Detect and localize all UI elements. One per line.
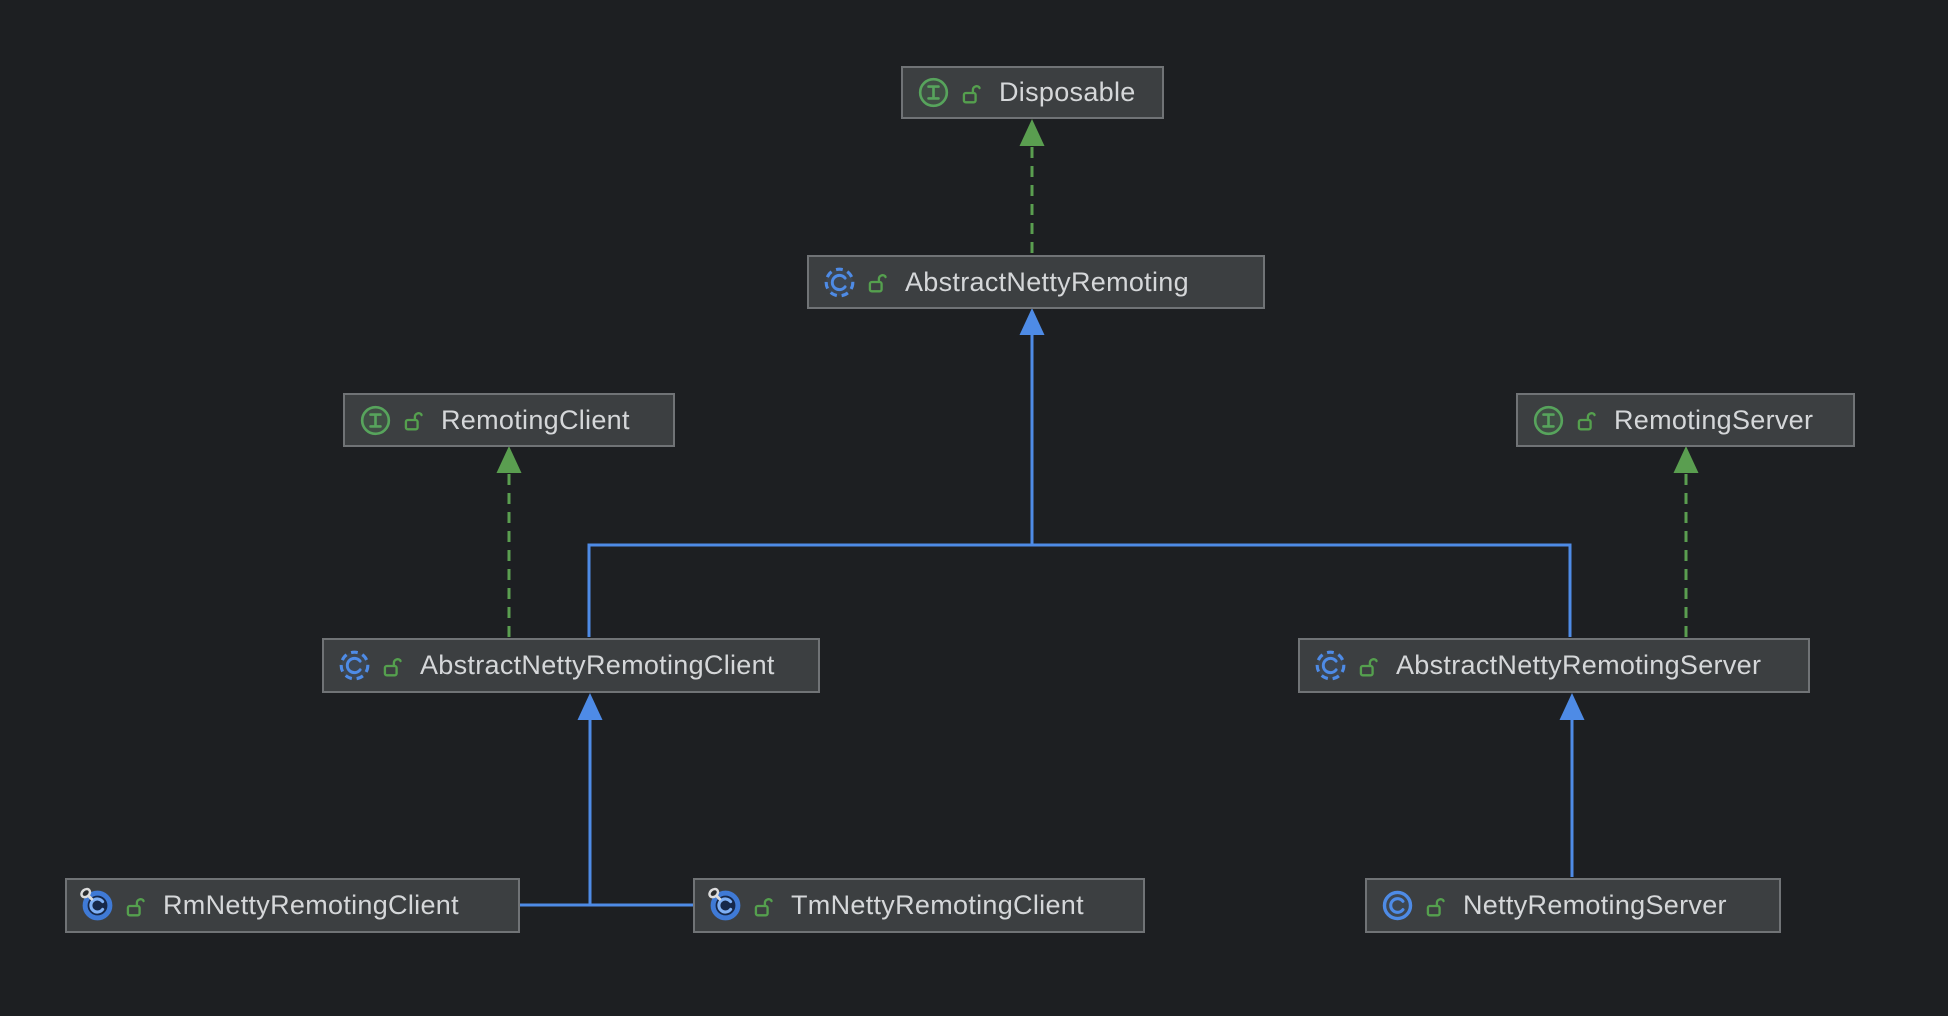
edge-implements-remoting-client[interactable] [497, 446, 522, 637]
public-unlocked-icon [867, 270, 888, 294]
class-name-label: AbstractNettyRemotingClient [420, 650, 775, 681]
interface-icon [1533, 405, 1564, 436]
class-name-label: AbstractNettyRemoting [905, 267, 1189, 298]
edge-extends-abstract-netty-remoting-client[interactable] [520, 693, 693, 905]
class-name-label: RmNettyRemotingClient [163, 890, 459, 921]
public-unlocked-icon [1425, 894, 1446, 918]
edge-layer [0, 0, 1948, 1016]
class-node-tm-netty-remoting-client[interactable]: TmNettyRemotingClient [693, 878, 1145, 933]
class-node-abstract-netty-remoting[interactable]: AbstractNettyRemoting [807, 255, 1265, 309]
public-unlocked-icon [753, 894, 774, 918]
class-node-disposable[interactable]: Disposable [901, 66, 1164, 119]
edge-implements-disposable[interactable] [1020, 119, 1045, 253]
public-unlocked-icon [403, 408, 424, 432]
class-name-label: Disposable [999, 77, 1136, 108]
class-node-netty-remoting-server[interactable]: NettyRemotingServer [1365, 878, 1781, 933]
public-unlocked-icon [382, 654, 403, 678]
diagram-canvas[interactable]: Disposable AbstractNettyRemoting [0, 0, 1948, 1016]
class-node-remoting-server[interactable]: RemotingServer [1516, 393, 1855, 447]
class-name-label: NettyRemotingServer [1463, 890, 1727, 921]
interface-icon [360, 405, 391, 436]
class-node-rm-netty-remoting-client[interactable]: RmNettyRemotingClient [65, 878, 520, 933]
public-unlocked-icon [1576, 408, 1597, 432]
public-unlocked-icon [961, 81, 982, 105]
class-key-overlay-icon [710, 890, 741, 921]
edge-extends-abstract-netty-remoting-server[interactable] [1560, 693, 1585, 877]
class-node-abstract-netty-remoting-server[interactable]: AbstractNettyRemotingServer [1298, 638, 1810, 693]
abstract-class-icon [1315, 650, 1346, 681]
abstract-class-icon [339, 650, 370, 681]
edge-extends-abstract-netty-remoting[interactable] [589, 308, 1570, 637]
class-name-label: TmNettyRemotingClient [791, 890, 1084, 921]
edge-implements-remoting-server[interactable] [1674, 446, 1699, 637]
abstract-class-icon [824, 267, 855, 298]
class-node-remoting-client[interactable]: RemotingClient [343, 393, 675, 447]
interface-icon [918, 77, 949, 108]
public-unlocked-icon [125, 894, 146, 918]
class-name-label: RemotingServer [1614, 405, 1813, 436]
class-name-label: RemotingClient [441, 405, 630, 436]
class-node-abstract-netty-remoting-client[interactable]: AbstractNettyRemotingClient [322, 638, 820, 693]
class-icon [1382, 890, 1413, 921]
class-name-label: AbstractNettyRemotingServer [1396, 650, 1761, 681]
public-unlocked-icon [1358, 654, 1379, 678]
class-key-overlay-icon [82, 890, 113, 921]
